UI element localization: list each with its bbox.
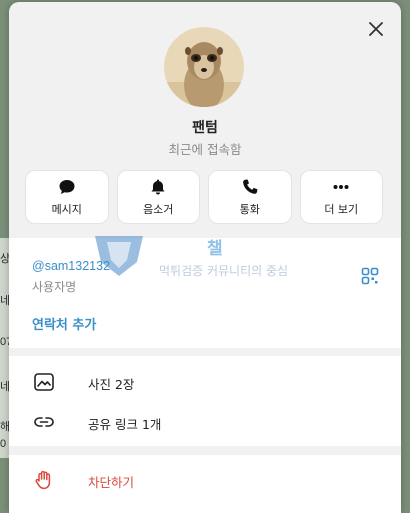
shared-links-row[interactable]: 공유 링크 1개 <box>9 400 401 444</box>
chat-bubble-icon <box>59 179 75 194</box>
mute-button[interactable]: 음소거 <box>116 170 200 224</box>
more-button-label: 더 보기 <box>324 202 359 216</box>
more-button[interactable]: 더 보기 <box>299 170 383 224</box>
add-contact-button[interactable]: 연락처 추가 <box>32 314 96 333</box>
qr-code-icon[interactable] <box>361 267 379 285</box>
block-panel: 차단하기 <box>9 455 401 513</box>
block-user-row[interactable]: 차단하기 <box>9 455 401 499</box>
shared-photos-row[interactable]: 사진 2장 <box>9 360 401 404</box>
call-button[interactable]: 통화 <box>208 170 292 224</box>
watermark-title: 챌 <box>207 239 223 259</box>
phone-icon <box>242 179 258 194</box>
message-button-label: 메시지 <box>51 202 82 216</box>
hand-block-icon <box>35 470 51 490</box>
block-user-label: 차단하기 <box>88 475 135 490</box>
more-dots-icon <box>333 184 349 189</box>
bell-icon <box>151 179 165 194</box>
shared-photos-label: 사진 2장 <box>88 377 135 392</box>
meerkat-avatar-image <box>164 27 244 107</box>
user-profile-dialog: 팬텀 최근에 접속함 메시지 음소거 통화 더 보기 챌 먹튀검증 커뮤니티의 … <box>9 2 401 513</box>
link-icon <box>34 417 54 427</box>
shared-media-panel: 사진 2장 공유 링크 1개 <box>9 356 401 446</box>
info-panel: 챌 먹튀검증 커뮤니티의 중심 @sam132132 사용자명 연락처 추가 <box>9 236 401 348</box>
watermark-logo: 챌 먹튀검증 커뮤니티의 중심 <box>89 232 339 282</box>
mute-button-label: 음소거 <box>143 202 174 216</box>
username-value[interactable]: @sam132132 <box>32 259 110 273</box>
profile-name: 팬텀 <box>192 120 218 136</box>
last-seen-status: 최근에 접속함 <box>168 142 242 157</box>
photo-icon <box>34 373 54 391</box>
message-button[interactable]: 메시지 <box>25 170 109 224</box>
action-bar: 메시지 음소거 통화 더 보기 <box>25 170 383 224</box>
backdrop-peek-text: 0 <box>0 438 7 450</box>
username-caption: 사용자명 <box>32 280 77 294</box>
shared-links-label: 공유 링크 1개 <box>88 417 162 432</box>
call-button-label: 통화 <box>239 202 260 216</box>
avatar[interactable] <box>164 27 244 107</box>
close-icon[interactable] <box>367 20 385 38</box>
watermark-subtitle: 먹튀검증 커뮤니티의 중심 <box>159 264 289 278</box>
